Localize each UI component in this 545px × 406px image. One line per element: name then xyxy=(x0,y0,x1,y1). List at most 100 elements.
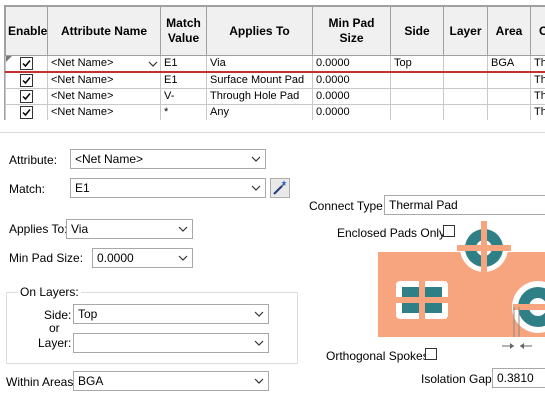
table-row[interactable]: <Net Name>E1Via0.0000Top BGATher xyxy=(6,56,545,73)
or-label: or xyxy=(49,321,60,335)
cell-layer[interactable] xyxy=(444,105,488,121)
cell-area[interactable] xyxy=(488,105,531,121)
cell-match[interactable]: E1 xyxy=(161,56,207,73)
cell-match[interactable]: V- xyxy=(161,89,207,105)
cell-attr[interactable]: <Net Name> xyxy=(48,105,161,121)
on-layers-label: On Layers: xyxy=(18,285,81,299)
cell-area[interactable] xyxy=(488,89,531,105)
checkmark-icon xyxy=(21,58,32,69)
min-pad-size-label: Min Pad Size: xyxy=(9,251,83,265)
cell-attr[interactable]: <Net Name> xyxy=(48,72,161,89)
col-header-match-value[interactable]: Match Value xyxy=(161,7,207,56)
magic-wand-icon xyxy=(271,179,289,197)
chevron-down-icon xyxy=(178,249,188,267)
cell-applies[interactable]: Any xyxy=(207,105,313,121)
cell-conn[interactable]: Ther xyxy=(531,72,545,89)
cell-match[interactable]: * xyxy=(161,105,207,121)
pick-match-button[interactable] xyxy=(270,178,290,198)
rules-table: Enable Attribute Name Match Value Applie… xyxy=(5,6,545,120)
checkmark-icon xyxy=(21,75,32,86)
isolation-gap-input[interactable]: 0.3810 xyxy=(492,368,545,388)
match-combo[interactable]: E1 xyxy=(70,178,266,198)
col-header-enable[interactable]: Enable xyxy=(6,7,48,56)
chevron-down-icon xyxy=(251,179,261,197)
smd-pad-thermal xyxy=(394,279,450,321)
cell-dropdown-chevron-icon[interactable] xyxy=(146,57,159,69)
cell-side[interactable] xyxy=(391,72,444,89)
isolation-gap-label: Isolation Gap: xyxy=(421,372,495,386)
enable-checkbox[interactable] xyxy=(20,90,33,103)
applies-to-combo[interactable]: Via xyxy=(66,219,193,239)
table-row[interactable]: <Net Name>V-Through Hole Pad0.0000 Ther xyxy=(6,89,545,105)
min-pad-size-combo-value: 0.0000 xyxy=(97,251,134,265)
cell-area[interactable] xyxy=(488,72,531,89)
cell-applies[interactable]: Through Hole Pad xyxy=(207,89,313,105)
table-row[interactable]: <Net Name>*Any0.0000 Ther xyxy=(6,105,545,121)
chevron-down-icon xyxy=(254,372,264,390)
current-row-indicator-icon xyxy=(6,56,12,62)
side-combo[interactable]: Top xyxy=(73,304,269,324)
within-areas-combo-value: BGA xyxy=(78,374,103,388)
cell-area[interactable]: BGA xyxy=(488,56,531,73)
cell-match[interactable]: E1 xyxy=(161,72,207,89)
cell-attr[interactable]: <Net Name> xyxy=(48,89,161,105)
grid-header-row: Enable Attribute Name Match Value Applie… xyxy=(6,7,545,56)
cell-applies[interactable]: Via xyxy=(207,56,313,73)
side-label: Side: xyxy=(44,308,71,322)
col-header-area[interactable]: Area xyxy=(488,7,531,56)
cell-minpad[interactable]: 0.0000 xyxy=(313,72,391,89)
col-header-connect-type[interactable]: Co T xyxy=(531,7,545,56)
cell-conn[interactable]: Ther xyxy=(531,56,545,73)
enable-cell xyxy=(6,72,48,89)
chevron-down-icon xyxy=(254,334,264,352)
chevron-down-icon xyxy=(254,305,264,323)
col-header-applies-to[interactable]: Applies To xyxy=(207,7,313,56)
cell-minpad[interactable]: 0.0000 xyxy=(313,105,391,121)
col-header-layer[interactable]: Layer xyxy=(444,7,488,56)
cell-layer[interactable] xyxy=(444,56,488,73)
cell-side[interactable] xyxy=(391,105,444,121)
enable-cell xyxy=(6,105,48,121)
cell-minpad[interactable]: 0.0000 xyxy=(313,56,391,73)
enable-checkbox[interactable] xyxy=(20,57,33,70)
match-label: Match: xyxy=(9,182,45,196)
cell-layer[interactable] xyxy=(444,89,488,105)
cell-side[interactable]: Top xyxy=(391,56,444,73)
gap-dimension-arrows xyxy=(502,340,545,352)
orthogonal-spokes-checkbox[interactable] xyxy=(425,348,437,360)
rule-editor-panel: Attribute: <Net Name> Match: E1 Applies … xyxy=(0,132,545,406)
within-areas-label: Within Areas: xyxy=(6,375,77,389)
attribute-combo-value: <Net Name> xyxy=(75,152,143,166)
cell-conn[interactable]: Ther xyxy=(531,105,545,121)
attribute-combo[interactable]: <Net Name> xyxy=(70,149,266,169)
min-pad-size-combo[interactable]: 0.0000 xyxy=(92,248,193,268)
checkmark-icon xyxy=(21,107,32,118)
cell-layer[interactable] xyxy=(444,72,488,89)
cell-minpad[interactable]: 0.0000 xyxy=(313,89,391,105)
rules-grid[interactable]: Enable Attribute Name Match Value Applie… xyxy=(4,5,545,120)
cell-conn[interactable]: Ther xyxy=(531,89,545,105)
table-row[interactable]: <Net Name>E1Surface Mount Pad0.0000 Ther xyxy=(6,72,545,89)
checkmark-icon xyxy=(21,91,32,102)
chevron-down-icon xyxy=(251,150,261,168)
col-header-min-pad-size[interactable]: Min Pad Size xyxy=(313,7,391,56)
layer-label: Layer: xyxy=(38,336,71,350)
enable-checkbox[interactable] xyxy=(20,74,33,87)
enable-checkbox[interactable] xyxy=(20,106,33,119)
cell-attr[interactable]: <Net Name> xyxy=(48,56,161,73)
side-combo-value: Top xyxy=(78,307,97,321)
enable-cell xyxy=(6,89,48,105)
orthogonal-spokes-label: Orthogonal Spokes: xyxy=(326,349,432,363)
within-areas-combo[interactable]: BGA xyxy=(73,371,269,391)
match-combo-value: E1 xyxy=(75,181,90,195)
applies-to-label: Applies To: xyxy=(9,222,67,236)
chevron-down-icon xyxy=(178,220,188,238)
layer-combo[interactable] xyxy=(73,333,269,353)
cell-applies[interactable]: Surface Mount Pad xyxy=(207,72,313,89)
connect-type-combo[interactable]: Thermal Pad xyxy=(384,195,545,215)
isolation-gap-value: 0.3810 xyxy=(497,371,534,385)
col-header-side[interactable]: Side xyxy=(391,7,444,56)
col-header-attribute-name[interactable]: Attribute Name xyxy=(48,7,161,56)
cell-side[interactable] xyxy=(391,89,444,105)
attribute-label: Attribute: xyxy=(9,153,57,167)
